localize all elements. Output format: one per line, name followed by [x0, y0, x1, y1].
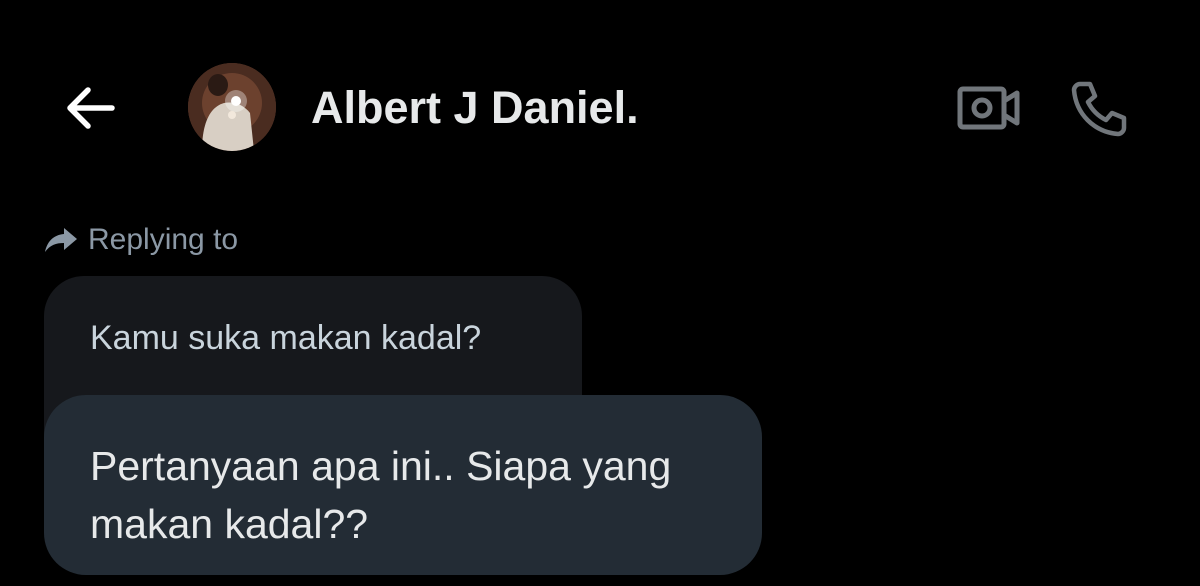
- contact-name[interactable]: Albert J Daniel.: [311, 82, 639, 134]
- back-button[interactable]: [62, 84, 118, 132]
- replying-to-indicator: Replying to: [44, 220, 238, 260]
- phone-icon: [1071, 81, 1127, 137]
- avatar[interactable]: [188, 63, 276, 151]
- message-text: Pertanyaan apa ini.. Siapa yang makan ka…: [90, 443, 672, 547]
- conversation-header: Albert J Daniel.: [0, 0, 1200, 200]
- voice-call-button[interactable]: [1068, 78, 1130, 138]
- replying-to-label: Replying to: [88, 223, 239, 256]
- message-bubble[interactable]: Pertanyaan apa ini.. Siapa yang makan ka…: [44, 395, 762, 575]
- reply-arrow-icon: [45, 228, 77, 252]
- video-call-button[interactable]: [955, 82, 1021, 134]
- arrow-left-icon: [67, 87, 115, 129]
- avatar-photo: [188, 63, 276, 151]
- video-camera-icon: [957, 86, 1020, 130]
- quoted-message-text: Kamu suka makan kadal?: [90, 319, 482, 357]
